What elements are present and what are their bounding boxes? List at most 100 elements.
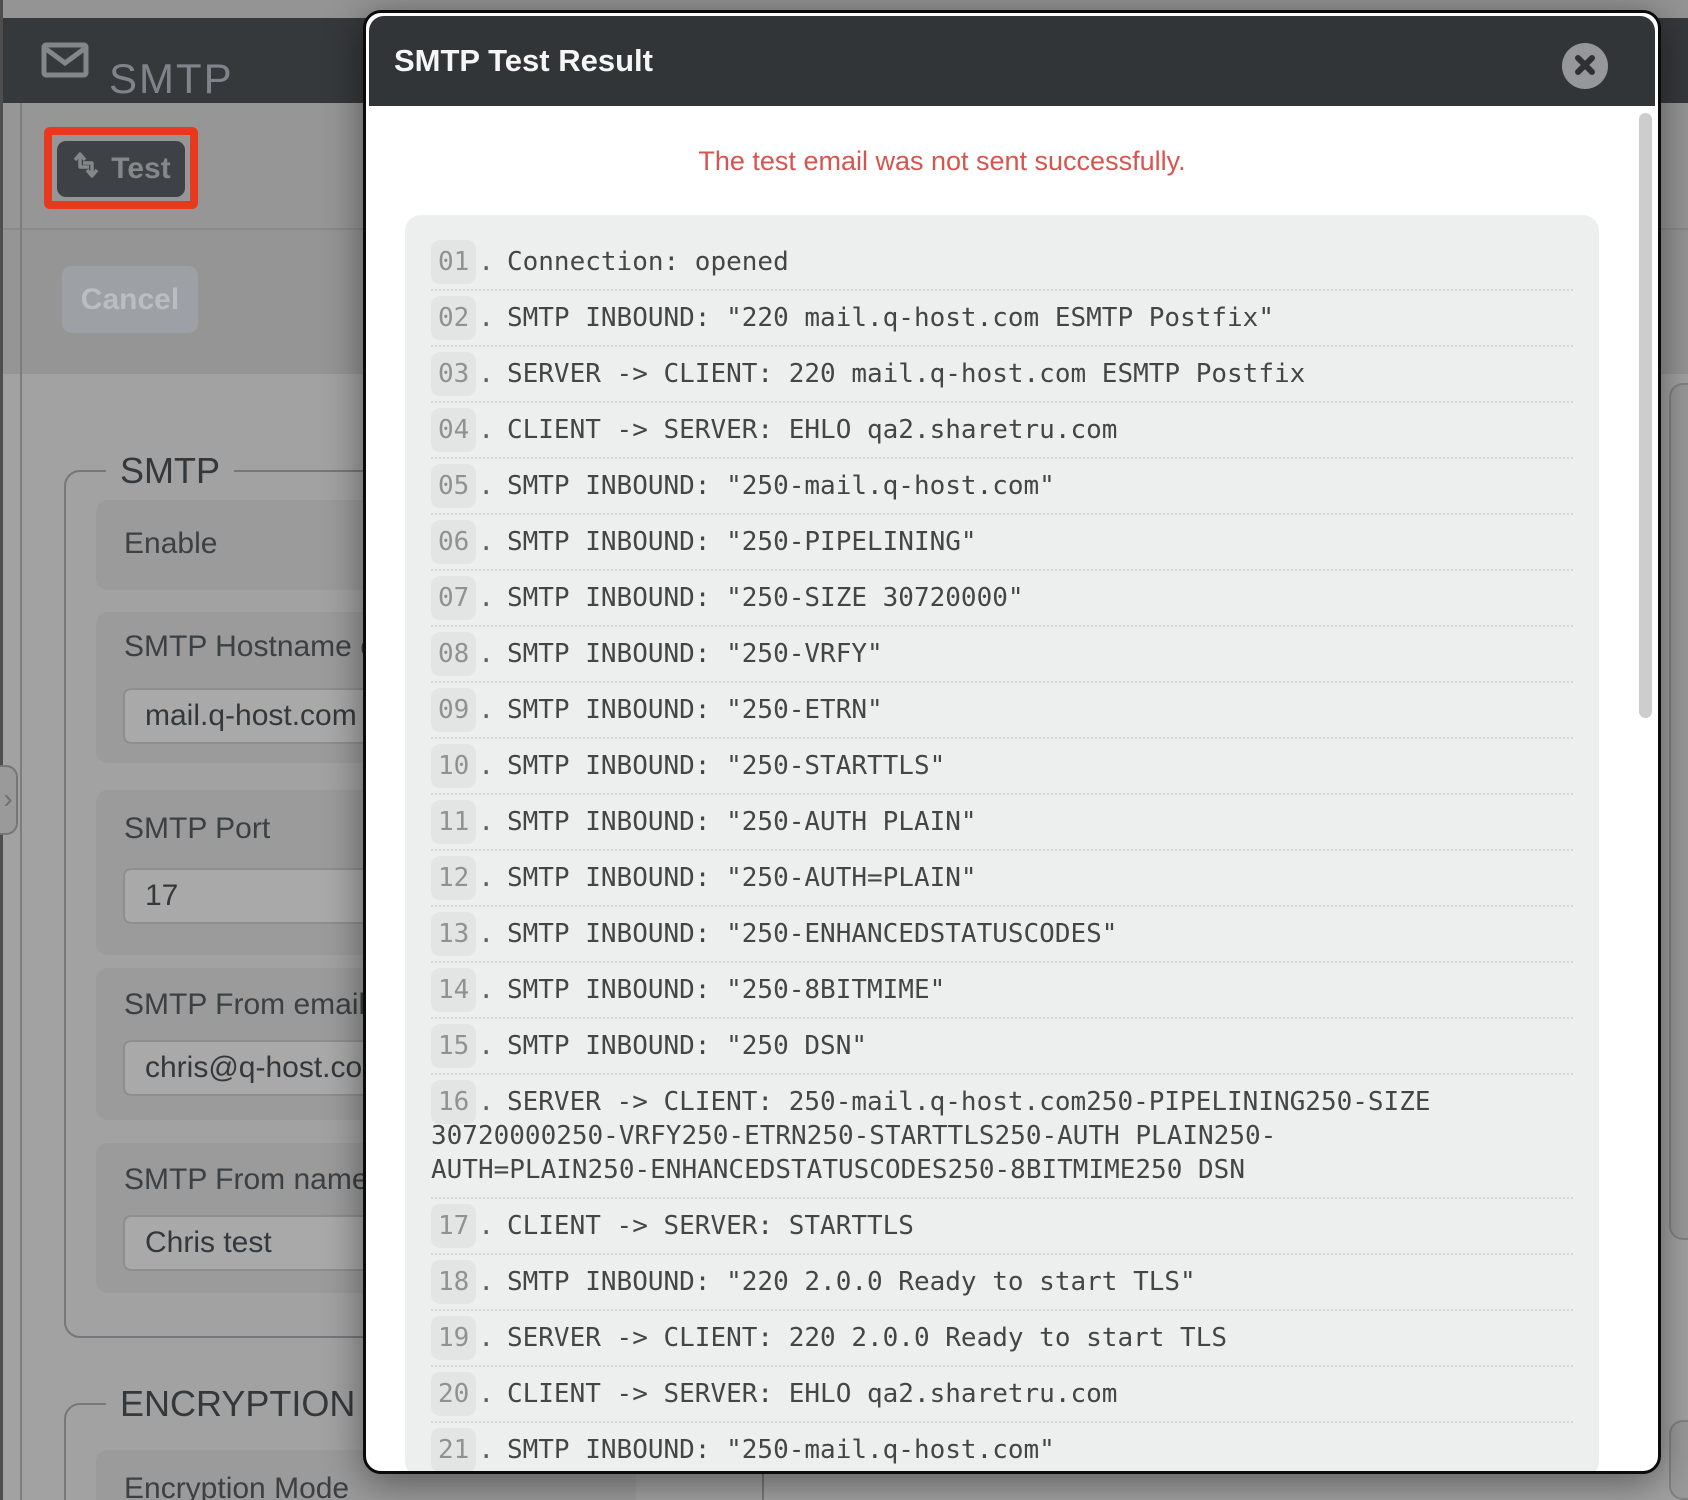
log-line: 18SMTP INBOUND: "220 2.0.0 Ready to star… — [431, 1253, 1573, 1309]
log-line: 01 Connection: opened — [431, 235, 1573, 289]
log-line-text: SMTP INBOUND: "250-mail.q-host.com" — [507, 1435, 1055, 1465]
log-line: 17CLIENT -> SERVER: STARTTLS — [431, 1197, 1573, 1253]
log-line-text: SERVER -> CLIENT: 220 2.0.0 Ready to sta… — [507, 1323, 1227, 1353]
log-line-number-separator — [478, 583, 494, 613]
hostname-label: SMTP Hostname or — [124, 630, 387, 664]
log-line-text: SMTP INBOUND: "250-PIPELINING" — [507, 527, 977, 557]
log-line-number-separator — [478, 1435, 494, 1465]
log-line-number-separator — [478, 751, 494, 781]
dialog-title: SMTP Test Result — [394, 16, 653, 106]
log-list: 01 Connection: opened 02 SMTP INBOUND: "220… — [405, 215, 1599, 1474]
log-line-text: SERVER -> CLIENT: 250-mail.q-host.com250… — [431, 1087, 1431, 1185]
log-line: 04 CLIENT -> SERVER: EHLO qa2.sharetru.co… — [431, 401, 1573, 457]
log-line-number-separator — [478, 1379, 494, 1409]
log-line-number-separator — [478, 359, 494, 389]
log-line-text: CLIENT -> SERVER: EHLO qa2.sharetru.com — [507, 415, 1117, 445]
enable-label: Enable — [124, 527, 217, 561]
log-line-number: 01 — [431, 240, 476, 284]
log-line-number: 12 — [431, 856, 476, 900]
log-line-text: SMTP INBOUND: "250-AUTH=PLAIN" — [507, 863, 977, 893]
log-line: 12 SMTP INBOUND: "250-AUTH=PLAIN" — [431, 849, 1573, 905]
log-line-text: SMTP INBOUND: "250-ETRN" — [507, 695, 883, 725]
log-line-number: 04 — [431, 408, 476, 452]
log-line: 05 SMTP INBOUND: "250-mail.q-host.com" — [431, 457, 1573, 513]
log-line-number: 20 — [431, 1372, 476, 1416]
close-button[interactable] — [1562, 43, 1608, 89]
log-line: 10 SMTP INBOUND: "250-STARTTLS" — [431, 737, 1573, 793]
log-line-number: 11 — [431, 800, 476, 844]
log-line-number-separator — [478, 1031, 494, 1061]
log-line-number-separator — [478, 1211, 494, 1241]
log-line: 02 SMTP INBOUND: "220 mail.q-host.com ESM… — [431, 289, 1573, 345]
scrollbar-thumb[interactable] — [1639, 113, 1652, 718]
log-line-number: 02 — [431, 296, 476, 340]
error-message: The test email was not sent successfully… — [369, 146, 1655, 177]
log-line-number-separator — [478, 1267, 494, 1297]
log-line-text: SMTP INBOUND: "250 DSN" — [507, 1031, 867, 1061]
log-line-number: 05 — [431, 464, 476, 508]
log-line-number: 15 — [431, 1024, 476, 1068]
log-line-number-separator — [478, 695, 494, 725]
log-line: 15 SMTP INBOUND: "250 DSN" — [431, 1017, 1573, 1073]
log-line: 11 SMTP INBOUND: "250-AUTH PLAIN" — [431, 793, 1573, 849]
from-name-label: SMTP From name — [124, 1163, 369, 1197]
log-line-number: 03 — [431, 352, 476, 396]
log-line-number-separator — [478, 247, 494, 277]
log-line-text: SMTP INBOUND: "250-ENHANCEDSTATUSCODES" — [507, 919, 1117, 949]
log-line-number: 18 — [431, 1260, 476, 1304]
log-line: 06 SMTP INBOUND: "250-PIPELINING" — [431, 513, 1573, 569]
log-line-number: 09 — [431, 688, 476, 732]
from-email-label: SMTP From email a — [124, 988, 390, 1022]
log-line: 19 SERVER -> CLIENT: 220 2.0.0 Ready to s… — [431, 1309, 1573, 1365]
panel-divider — [20, 103, 22, 1500]
dialog-header: SMTP Test Result — [369, 16, 1655, 106]
log-line-number-separator — [478, 807, 494, 837]
smtp-test-result-dialog: SMTP Test Result The test email was not … — [363, 10, 1661, 1474]
log-line-number-separator — [478, 1323, 494, 1353]
log-line-text: SMTP INBOUND: "250-STARTTLS" — [507, 751, 945, 781]
log-line: 13SMTP INBOUND: "250-ENHANCEDSTATUSCODES… — [431, 905, 1573, 961]
log-line-number: 16 — [431, 1080, 476, 1124]
log-line-number: 14 — [431, 968, 476, 1012]
log-line-number-separator — [478, 863, 494, 893]
log-line: 20 CLIENT -> SERVER: EHLO qa2.sharetru.co… — [431, 1365, 1573, 1421]
x-circle-icon — [1574, 54, 1596, 79]
log-line-number-separator — [478, 471, 494, 501]
log-line-text: CLIENT -> SERVER: STARTTLS — [507, 1211, 914, 1241]
log-line: 09 SMTP INBOUND: "250-ETRN" — [431, 681, 1573, 737]
log-line-text: SMTP INBOUND: "250-mail.q-host.com" — [507, 471, 1055, 501]
log-line-number: 07 — [431, 576, 476, 620]
port-label: SMTP Port — [124, 812, 270, 846]
log-line-number-separator — [478, 1087, 494, 1117]
log-line-number-separator — [478, 527, 494, 557]
log-line-text: SMTP INBOUND: "250-AUTH PLAIN" — [507, 807, 977, 837]
cancel-button[interactable]: Cancel — [62, 266, 198, 333]
sidebar-expand-tab[interactable]: › — [0, 765, 18, 835]
log-line-text: SMTP INBOUND: "220 mail.q-host.com ESMTP… — [507, 303, 1274, 333]
log-line-number: 10 — [431, 744, 476, 788]
chevron-right-icon: › — [3, 783, 12, 814]
log-line-number-separator — [478, 919, 494, 949]
log-line-number: 08 — [431, 632, 476, 676]
log-line-number-separator — [478, 303, 494, 333]
log-line-text: SMTP INBOUND: "250-SIZE 30720000" — [507, 583, 1024, 613]
log-line-number: 21 — [431, 1428, 476, 1472]
log-line: 21 SMTP INBOUND: "250-mail.q-host.com" — [431, 1421, 1573, 1474]
log-line-text: Connection: opened — [507, 247, 789, 277]
log-line: 03 SERVER -> CLIENT: 220 mail.q-host.com … — [431, 345, 1573, 401]
log-line-number: 19 — [431, 1316, 476, 1360]
screen: SMTP Test Cancel SMTP Enable SMTP Hostna… — [0, 0, 1688, 1500]
dialog-body: The test email was not sent successfully… — [369, 146, 1655, 1474]
log-line-text: SMTP INBOUND: "250-8BITMIME" — [507, 975, 945, 1005]
log-line-number-separator — [478, 415, 494, 445]
smtp-fieldset-legend: SMTP — [106, 450, 234, 492]
log-line-text: CLIENT -> SERVER: EHLO qa2.sharetru.com — [507, 1379, 1117, 1409]
smtp-log-panel: 01 Connection: opened 02 SMTP INBOUND: "220… — [405, 215, 1599, 1474]
log-line-number: 06 — [431, 520, 476, 564]
log-line-text: SMTP INBOUND: "250-VRFY" — [507, 639, 883, 669]
log-line: 14 SMTP INBOUND: "250-8BITMIME" — [431, 961, 1573, 1017]
right-panel-edge — [1669, 383, 1688, 1240]
log-line-number-separator — [478, 639, 494, 669]
encryption-mode-label: Encryption Mode — [124, 1472, 349, 1500]
log-line-text: SERVER -> CLIENT: 220 mail.q-host.com ES… — [507, 359, 1305, 389]
